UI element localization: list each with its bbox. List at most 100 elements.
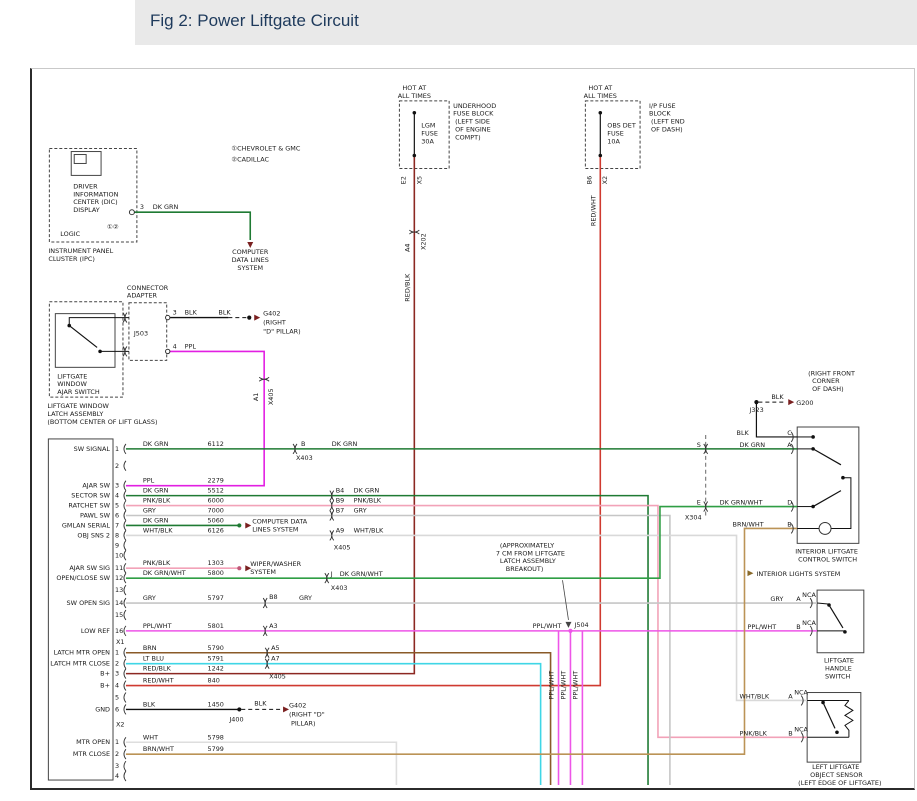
label-1: 1 bbox=[115, 445, 119, 453]
label-gry: GRY bbox=[143, 594, 156, 602]
label-wiper-washer: WIPER/WASHER bbox=[250, 560, 301, 568]
junction-dot bbox=[811, 505, 815, 509]
junction-dot bbox=[237, 566, 241, 570]
label-ppl-wht: PPL/WHT bbox=[533, 622, 562, 630]
label-computer: COMPUTER bbox=[232, 248, 269, 256]
connector-bracket bbox=[124, 704, 126, 714]
label-8: 8 bbox=[115, 531, 119, 539]
label-a: A bbox=[788, 692, 793, 700]
label-latch-mtr-close: LATCH MTR CLOSE bbox=[50, 660, 110, 668]
label-red-blk: RED/BLK bbox=[403, 273, 411, 302]
label-ppl: PPL bbox=[143, 477, 155, 485]
label-j503: J503 bbox=[133, 330, 148, 338]
junction-dot bbox=[98, 350, 102, 354]
label-a5: A5 bbox=[271, 644, 280, 652]
label-2: 2 bbox=[115, 660, 119, 668]
label-low-ref: LOW REF bbox=[81, 627, 110, 635]
connector-bracket bbox=[124, 461, 126, 471]
label-connector: CONNECTOR bbox=[127, 284, 169, 292]
ctrl-lamp-circle bbox=[819, 522, 831, 534]
connector-bracket bbox=[124, 610, 126, 620]
label-computer-data: COMPUTER DATA bbox=[252, 517, 308, 525]
label-gmlan-serial: GMLAN SERIAL bbox=[62, 521, 111, 529]
ctrl-lamp-lead bbox=[831, 478, 851, 529]
junction-dot bbox=[754, 400, 758, 404]
label-a: A bbox=[787, 441, 792, 449]
connector-bracket bbox=[124, 491, 126, 501]
connector-bracket bbox=[124, 444, 126, 454]
junction-dot bbox=[599, 154, 603, 158]
label-control-switch: CONTROL SWITCH bbox=[798, 555, 857, 563]
wire-wht-blk-6126 bbox=[126, 535, 807, 700]
label-b9: B9 bbox=[336, 497, 345, 505]
label-red-wht: RED/WHT bbox=[589, 195, 597, 226]
label-b+: B+ bbox=[100, 682, 110, 690]
label-chevrolet-gmc: ①CHEVROLET & GMC bbox=[231, 145, 301, 153]
label-blk: BLK bbox=[771, 393, 784, 401]
label-dk-grn-wht: DK GRN/WHT bbox=[340, 570, 383, 578]
label-of-dash: OF DASH) bbox=[812, 385, 844, 393]
label-wht: WHT bbox=[143, 733, 158, 741]
label-2: 2 bbox=[115, 750, 119, 758]
connector-bracket bbox=[124, 540, 126, 550]
label-4: 4 bbox=[115, 772, 119, 780]
label-16: 16 bbox=[115, 627, 123, 635]
connector-bracket bbox=[124, 520, 126, 530]
label-latch-assembly: LATCH ASSEMBLY bbox=[500, 557, 556, 565]
label-x202: X202 bbox=[419, 233, 427, 250]
wire-brn-5790 bbox=[126, 653, 551, 785]
junction-dot bbox=[237, 707, 241, 711]
label-6: 6 bbox=[115, 512, 119, 520]
label-7: 7 bbox=[115, 521, 119, 529]
label-approximately: (APPROXIMATELY bbox=[500, 541, 554, 549]
label-4: 4 bbox=[115, 682, 119, 690]
figure-title: Fig 2: Power Liftgate Circuit bbox=[150, 11, 359, 31]
label-6126: 6126 bbox=[207, 526, 223, 534]
label-right: (RIGHT bbox=[263, 319, 286, 327]
label-x405: X405 bbox=[269, 673, 286, 681]
label-3: 3 bbox=[140, 203, 144, 211]
connector-bracket bbox=[124, 598, 126, 608]
adapter-pin-3-circle bbox=[166, 315, 170, 319]
label-g402: G402 bbox=[263, 310, 280, 318]
label-1450: 1450 bbox=[207, 700, 223, 708]
label-ppl: PPL bbox=[185, 342, 197, 350]
label-b7: B7 bbox=[336, 507, 345, 515]
label-pnk-blk: PNK/BLK bbox=[143, 559, 171, 567]
label-of-engine: OF ENGINE bbox=[455, 126, 491, 134]
label-j400: J400 bbox=[228, 715, 243, 723]
label-5: 5 bbox=[115, 693, 119, 701]
label-interior-liftgate: INTERIOR LIFTGATE bbox=[795, 547, 858, 555]
label-dk-grn: DK GRN bbox=[332, 440, 358, 448]
label-ppl-wht: PPL/WHT bbox=[747, 623, 776, 631]
label-pnk-blk: PNK/BLK bbox=[740, 729, 768, 737]
label-gry: GRY bbox=[143, 507, 156, 515]
label-dk-grn: DK GRN bbox=[153, 203, 179, 211]
label-2279: 2279 bbox=[207, 477, 223, 485]
label-6: 6 bbox=[115, 705, 119, 713]
label-nca: NCA bbox=[802, 619, 816, 627]
junction-dot bbox=[237, 523, 241, 527]
label-system: SYSTEM bbox=[237, 264, 263, 272]
label-left-liftgate: LEFT LIFTGATE bbox=[812, 763, 859, 771]
label-instrument-panel: INSTRUMENT PANEL bbox=[48, 247, 113, 255]
label-11: 11 bbox=[115, 564, 123, 572]
connector-bracket bbox=[124, 771, 126, 781]
label-1: 1 bbox=[115, 738, 119, 746]
label-s: S bbox=[697, 441, 701, 449]
label-4: 4 bbox=[173, 342, 177, 350]
label-underhood: UNDERHOOD bbox=[453, 102, 496, 110]
connector-bracket bbox=[124, 648, 126, 658]
label-a4: A4 bbox=[403, 243, 411, 252]
label-pnk-blk: PNK/BLK bbox=[143, 497, 171, 505]
label-mtr-open: MTR OPEN bbox=[76, 738, 110, 746]
label-ppl-wht: PPL/WHT bbox=[559, 671, 567, 700]
connector-bracket bbox=[124, 693, 126, 703]
label-ppl-wht: PPL/WHT bbox=[143, 622, 172, 630]
label-9: 9 bbox=[115, 541, 119, 549]
label-dk-grn-wht: DK GRN/WHT bbox=[143, 569, 186, 577]
label-6112: 6112 bbox=[207, 440, 223, 448]
label-handle: HANDLE bbox=[825, 665, 852, 673]
label-gnd: GND bbox=[95, 705, 110, 713]
label-x304: X304 bbox=[685, 513, 702, 521]
